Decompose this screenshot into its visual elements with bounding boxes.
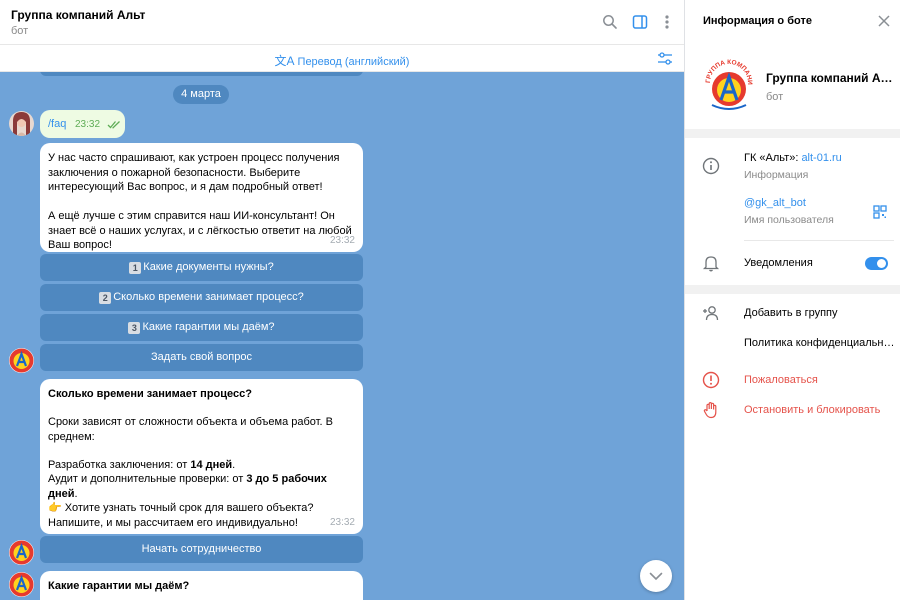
bot-message-guarantees[interactable]: Какие гарантии мы даём? [40,571,363,600]
message-list[interactable]: 4 марта /faq 23:32 У нас часто спрашиваю… [0,72,684,600]
search-icon[interactable] [601,13,619,31]
stop-and-block-button[interactable]: Остановить и блокировать [744,404,880,416]
message-text: 👉 Хотите узнать точный срок для вашего о… [48,502,314,529]
section-divider [685,285,900,294]
row-divider [744,240,894,241]
sidebar-toggle-icon[interactable] [631,13,649,31]
keycap-number-icon: 2 [99,292,112,304]
button-label: Сколько времени занимает процесс? [113,291,304,303]
bot-type: бот [766,91,784,103]
message-time: 23:32 [329,234,355,246]
chat-title[interactable]: Группа компаний Альт [11,8,145,22]
translate-bar: 文A Перевод (английский) [0,45,684,72]
info-panel-title: Информация о боте [703,15,812,27]
close-icon[interactable] [877,14,891,28]
report-icon [702,371,720,389]
user-avatar[interactable] [9,111,34,136]
faq-button-guarantees[interactable]: 3 Какие гарантии мы даём? [40,314,363,341]
chevron-down-icon [649,572,663,580]
stop-hand-icon [702,401,720,419]
bot-avatar[interactable] [9,348,34,373]
more-options-icon[interactable] [658,13,676,31]
chat-panel: Группа компаний Альт бот 文A Перевод (англ… [0,0,685,600]
read-checkmarks-icon [107,119,121,134]
message-time: 23:32 [75,119,101,130]
section-divider [685,129,900,138]
website-link[interactable]: alt-01.ru [801,152,841,164]
username-label: Имя пользователя [744,214,834,226]
translate-button[interactable]: 文A Перевод (английский) [0,52,684,69]
scroll-to-bottom-button[interactable] [640,560,672,592]
message-text: Аудит и дополнительные проверки: от 3 до… [48,473,327,500]
notifications-label: Уведомления [744,257,813,269]
faq-button-duration[interactable]: 2 Сколько времени занимает процесс? [40,284,363,311]
bot-description-label: Информация [744,169,809,181]
message-title: Какие гарантии мы даём? [48,580,190,592]
bot-name: Группа компаний Альт [766,71,896,85]
add-to-group-button[interactable]: Добавить в группу [744,307,838,319]
previous-keyboard-button[interactable] [40,72,363,76]
command-text[interactable]: /faq [48,117,66,132]
bot-username[interactable]: @gk_alt_bot [744,197,806,209]
chat-subtitle: бот [11,25,29,37]
start-cooperation-button[interactable]: Начать сотрудничество [40,536,363,563]
translate-icon: 文A [274,54,295,68]
add-user-icon [702,304,720,322]
translate-settings-icon[interactable] [656,50,674,68]
chat-header[interactable]: Группа компаний Альт бот [0,0,684,45]
ask-question-button[interactable]: Задать свой вопрос [40,344,363,371]
date-separator: 4 марта [173,85,229,104]
outgoing-message[interactable]: /faq 23:32 [40,110,125,138]
button-label: Какие документы нужны? [143,261,274,273]
notifications-toggle[interactable] [865,257,888,270]
bot-avatar[interactable] [9,540,34,565]
bot-message-duration[interactable]: Сколько времени занимает процесс? Сроки … [40,379,363,534]
faq-button-documents[interactable]: 1 Какие документы нужны? [40,254,363,281]
message-title: Сколько времени занимает процесс? [48,388,252,400]
button-label: Какие гарантии мы даём? [142,321,275,333]
bot-logo[interactable]: ГРУППА КОМПАНИЙ [702,48,754,115]
message-text: Разработка заключения: от 14 дней. [48,459,236,471]
qr-code-icon[interactable] [873,205,887,219]
keycap-number-icon: 1 [129,262,142,274]
info-icon [702,157,720,175]
translate-label: Перевод (английский) [297,56,410,68]
bot-message-intro[interactable]: У нас часто спрашивают, как устроен проц… [40,143,363,252]
message-time: 23:32 [329,516,355,528]
bot-avatar[interactable] [9,572,34,597]
message-text: У нас часто спрашивают, как устроен проц… [48,152,352,251]
bell-icon [702,254,720,272]
keycap-number-icon: 3 [128,322,141,334]
privacy-policy-button[interactable]: Политика конфиденциальности [744,337,897,349]
bot-description: ГК «Альт»: alt-01.ru [744,152,842,164]
message-text: Сроки зависят от сложности объекта и объ… [48,416,333,443]
pointing-hand-icon: 👉 [48,502,62,514]
bot-info-panel: Информация о боте ГРУППА КОМПАНИЙ Группа… [685,0,900,600]
report-button[interactable]: Пожаловаться [744,374,818,386]
